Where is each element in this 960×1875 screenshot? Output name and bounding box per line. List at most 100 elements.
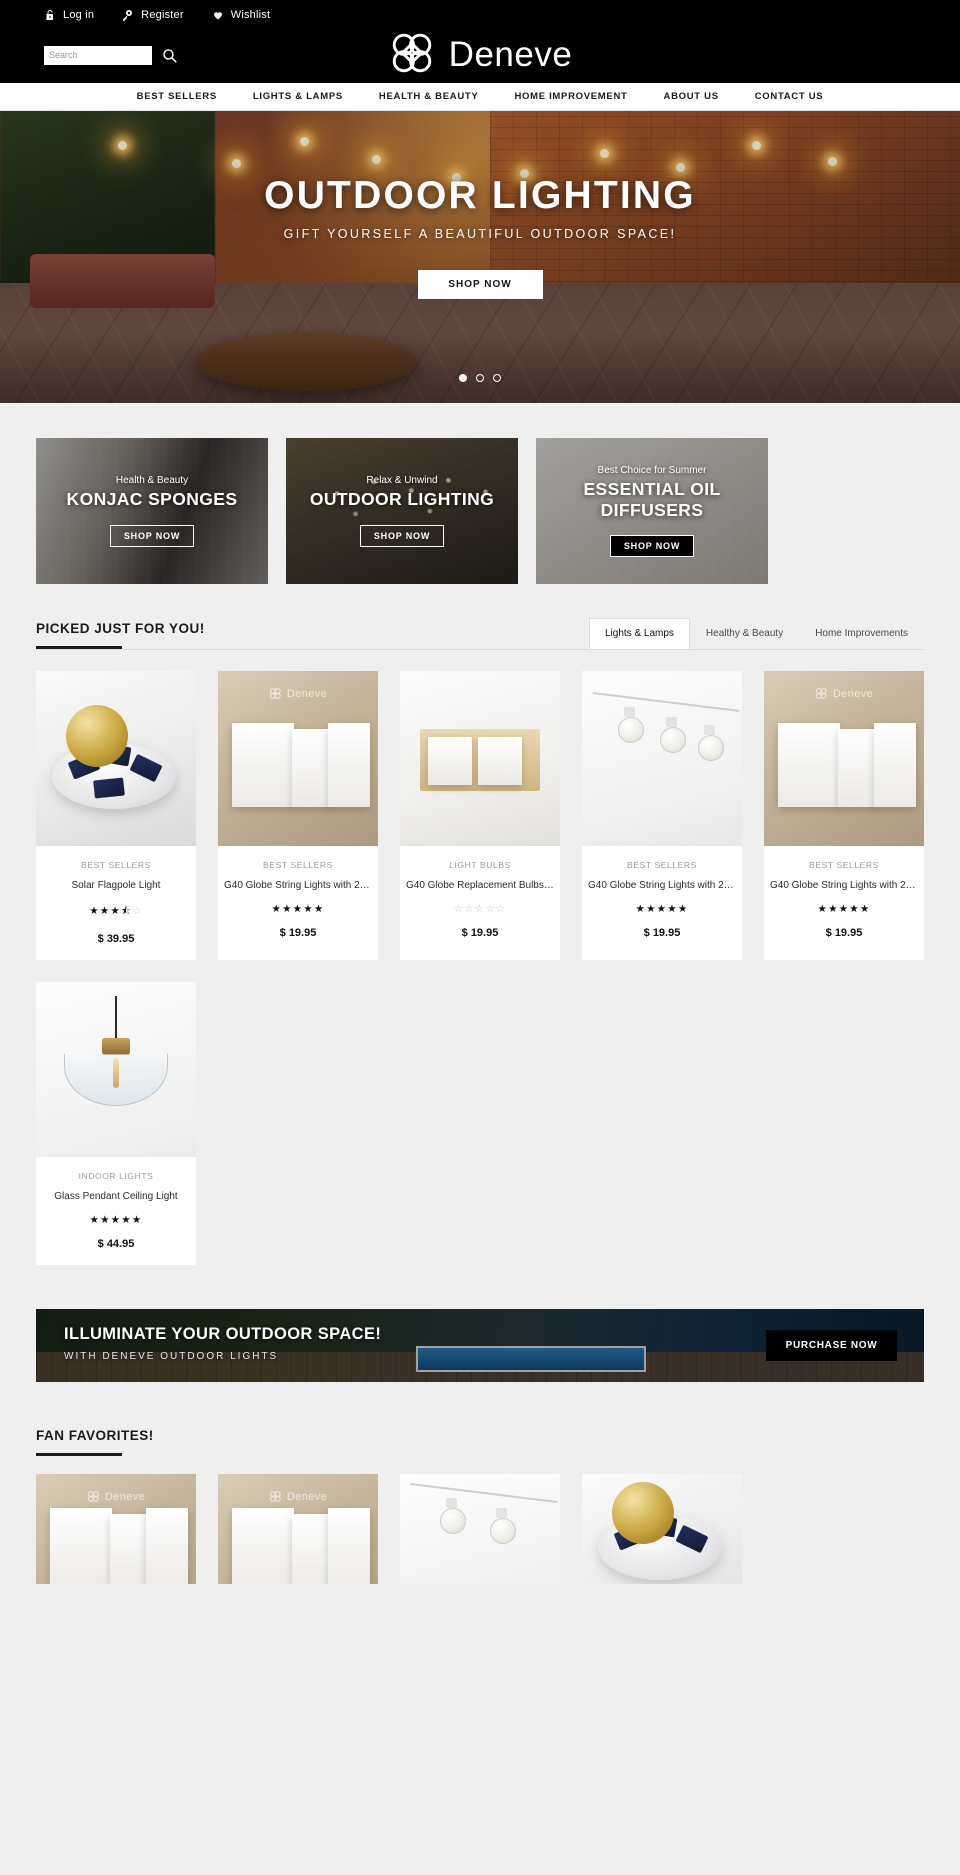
logo-row: Deneve — [0, 27, 960, 83]
product-card[interactable]: BEST SELLERS Solar Flagpole Light ★★★⯪☆ … — [36, 671, 196, 960]
title-underline — [36, 1453, 122, 1456]
carousel-dots — [0, 374, 960, 382]
register-link[interactable]: Register — [122, 9, 184, 21]
hero-subtitle: GIFT YOURSELF A BEAUTIFUL OUTDOOR SPACE! — [283, 227, 677, 241]
fan-image-string-lights — [400, 1474, 560, 1584]
login-label: Log in — [63, 9, 95, 21]
search-input[interactable] — [44, 45, 152, 65]
product-image-solar-flagpole-light — [36, 671, 196, 846]
product-price: $ 44.95 — [97, 1238, 135, 1250]
product-rating: ★★★★★ — [817, 903, 871, 915]
carousel-dot-1[interactable] — [459, 374, 467, 382]
register-label: Register — [141, 9, 184, 21]
heart-icon — [212, 9, 224, 21]
hero-carousel: OUTDOOR LIGHTING GIFT YOURSELF A BEAUTIF… — [0, 111, 960, 403]
carousel-dot-3[interactable] — [493, 374, 501, 382]
nav-item-about-us[interactable]: ABOUT US — [646, 91, 737, 102]
promo-banner[interactable]: ILLUMINATE YOUR OUTDOOR SPACE! WITH DENE… — [36, 1309, 924, 1382]
title-underline — [36, 646, 122, 649]
product-image-g40-string-lights-box-2: Deneve — [764, 671, 924, 846]
tab-lights-lamps[interactable]: Lights & Lamps — [588, 618, 690, 649]
fan-title: FAN FAVORITES! — [36, 1428, 154, 1443]
tile-title: ESSENTIAL OIL DIFFUSERS — [583, 478, 721, 520]
tile-shop-now-button[interactable]: SHOP NOW — [360, 524, 444, 547]
picked-title: PICKED JUST FOR YOU! — [36, 621, 205, 636]
login-link[interactable]: Log in — [44, 9, 94, 21]
watermark-text: Deneve — [286, 1490, 328, 1503]
wishlist-label: Wishlist — [230, 9, 271, 21]
nav-list: BEST SELLERS LIGHTS & LAMPS HEALTH & BEA… — [0, 83, 960, 110]
product-name: Glass Pendant Ceiling Light — [54, 1191, 178, 1202]
tile-konjac-sponges[interactable]: Health & Beauty KONJAC SPONGES SHOP NOW — [36, 438, 268, 584]
tile-title: KONJAC SPONGES — [66, 489, 238, 510]
product-category: BEST SELLERS — [81, 860, 151, 870]
fan-card[interactable]: Deneve — [36, 1474, 196, 1584]
search-button[interactable] — [161, 47, 178, 64]
product-name: G40 Globe String Lights with 25 Cle... — [588, 880, 736, 891]
product-price: $ 19.95 — [643, 927, 681, 939]
tile-shop-now-button[interactable]: SHOP NOW — [110, 524, 194, 547]
fan-section-header: FAN FAVORITES! — [0, 1382, 960, 1456]
picked-section-header: PICKED JUST FOR YOU! Lights & Lamps Heal… — [0, 584, 960, 649]
lock-icon — [44, 9, 56, 21]
product-image-glass-pendant-ceiling-light — [36, 982, 196, 1157]
tile-kicker: Relax & Unwind — [366, 475, 438, 487]
hero-content: OUTDOOR LIGHTING GIFT YOURSELF A BEAUTIF… — [0, 111, 960, 403]
product-name: G40 Globe String Lights with 25 Cle... — [770, 880, 918, 891]
top-header: Log in Register Wishlist Search Deneve — [0, 0, 960, 83]
product-image-g40-string-lights-box: Deneve — [218, 671, 378, 846]
fan-card[interactable]: Deneve — [218, 1474, 378, 1584]
image-watermark: Deneve — [815, 687, 873, 700]
product-image-g40-string-lights — [582, 671, 742, 846]
product-rating: ★★★★★ — [271, 903, 325, 915]
product-price: $ 39.95 — [97, 933, 135, 945]
main-nav: BEST SELLERS LIGHTS & LAMPS HEALTH & BEA… — [0, 83, 960, 111]
tab-home-improvements[interactable]: Home Improvements — [799, 618, 924, 649]
image-watermark: Deneve — [87, 1490, 145, 1503]
product-rating: ★★★⯪☆ — [89, 905, 143, 917]
hero-shop-now-button[interactable]: SHOP NOW — [417, 270, 543, 299]
product-category: BEST SELLERS — [809, 860, 879, 870]
product-rating: ☆☆☆☆☆ — [453, 903, 507, 915]
product-rating: ★★★★★ — [89, 1214, 143, 1226]
fan-card[interactable] — [400, 1474, 560, 1584]
product-price: $ 19.95 — [279, 927, 317, 939]
tile-shop-now-button[interactable]: SHOP NOW — [610, 535, 694, 558]
product-price: $ 19.95 — [461, 927, 499, 939]
product-name: Solar Flagpole Light — [71, 880, 161, 891]
fan-card[interactable] — [582, 1474, 742, 1584]
watermark-text: Deneve — [832, 687, 874, 700]
tile-kicker: Health & Beauty — [115, 475, 189, 487]
carousel-dot-2[interactable] — [476, 374, 484, 382]
product-category: INDOOR LIGHTS — [78, 1171, 154, 1181]
tile-outdoor-lighting[interactable]: Relax & Unwind OUTDOOR LIGHTING SHOP NOW — [286, 438, 518, 584]
nav-item-health-beauty[interactable]: HEALTH & BEAUTY — [361, 91, 497, 102]
product-card[interactable]: BEST SELLERS G40 Globe String Lights wit… — [582, 671, 742, 960]
fan-favorites-grid: Deneve Deneve — [0, 1456, 960, 1584]
product-category: BEST SELLERS — [263, 860, 333, 870]
product-card[interactable]: INDOOR LIGHTS Glass Pendant Ceiling Ligh… — [36, 982, 196, 1265]
purchase-now-button[interactable]: PURCHASE NOW — [766, 1330, 897, 1361]
key-icon — [122, 9, 134, 21]
product-card[interactable]: Deneve BEST SELLERS G40 Globe String Lig… — [764, 671, 924, 960]
watermark-text: Deneve — [286, 687, 328, 700]
nav-item-contact-us[interactable]: CONTACT US — [737, 91, 842, 102]
product-name: G40 Globe Replacement Bulbs - Pa... — [406, 880, 554, 891]
tile-essential-oil-diffusers[interactable]: Best Choice for Summer ESSENTIAL OIL DIF… — [536, 438, 768, 584]
utility-bar: Log in Register Wishlist — [0, 0, 960, 27]
nav-item-home-improvement[interactable]: HOME IMPROVEMENT — [496, 91, 645, 102]
tab-healthy-beauty[interactable]: Healthy & Beauty — [690, 618, 799, 649]
image-watermark: Deneve — [269, 1490, 327, 1503]
brand-name: Deneve — [448, 35, 573, 74]
product-category: BEST SELLERS — [627, 860, 697, 870]
wishlist-link[interactable]: Wishlist — [212, 9, 271, 21]
promo-headline: ILLUMINATE YOUR OUTDOOR SPACE! — [64, 1325, 382, 1343]
picked-tabs: Lights & Lamps Healthy & Beauty Home Imp… — [588, 618, 924, 649]
nav-item-best-sellers[interactable]: BEST SELLERS — [119, 91, 235, 102]
product-name: G40 Globe String Lights with 25 Cle... — [224, 880, 372, 891]
product-card[interactable]: LIGHT BULBS G40 Globe Replacement Bulbs … — [400, 671, 560, 960]
hero-title: OUTDOOR LIGHTING — [264, 174, 696, 217]
fan-image-solar-flagpole — [582, 1474, 742, 1584]
nav-item-lights-lamps[interactable]: LIGHTS & LAMPS — [235, 91, 361, 102]
product-card[interactable]: Deneve BEST SELLERS G40 Globe String Lig… — [218, 671, 378, 960]
